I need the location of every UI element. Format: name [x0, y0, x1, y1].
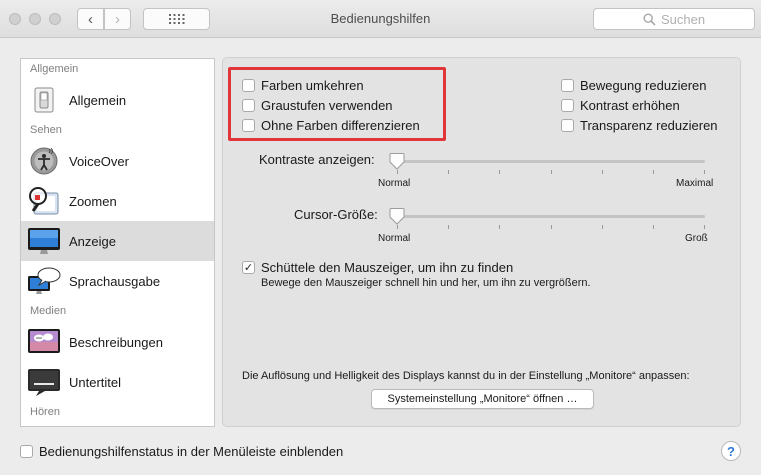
- sidebar-item-untertitel[interactable]: Untertitel: [21, 362, 214, 402]
- tick: [653, 170, 654, 174]
- sidebar-item-label: Untertitel: [69, 374, 122, 390]
- display-icon: [27, 225, 61, 257]
- shake-to-locate-checkbox[interactable]: ✓ Schüttele den Mauszeiger, um ihn zu fi…: [242, 258, 513, 276]
- checkbox-box[interactable]: [242, 98, 255, 112]
- checkbox-label: Ohne Farben differenzieren: [261, 117, 420, 133]
- checkbox-label: Graustufen verwenden: [261, 97, 393, 113]
- sidebar-header-allgemein: Allgemein: [30, 63, 79, 75]
- sidebar-item-voiceover[interactable]: VoiceOver: [21, 141, 214, 181]
- checkbox-box[interactable]: [561, 78, 574, 92]
- descriptions-icon: [27, 326, 61, 358]
- sidebar-header-hoeren: Hören: [30, 406, 60, 418]
- sidebar-item-label: Allgemein: [69, 92, 127, 108]
- sidebar-item-sprachausgabe[interactable]: Sprachausgabe: [21, 261, 214, 301]
- sidebar-item-beschreibungen[interactable]: Beschreibungen: [21, 322, 214, 362]
- checkbox-box[interactable]: ✓: [242, 260, 255, 274]
- contrast-max-label: Maximal: [676, 178, 714, 189]
- sidebar-item-allgemein[interactable]: Allgemein: [21, 80, 214, 120]
- invert-colors-checkbox[interactable]: Farben umkehren: [242, 76, 364, 94]
- zoom-icon: [27, 185, 61, 217]
- search-icon: [643, 12, 656, 26]
- sidebar[interactable]: Allgemein Allgemein Sehen VoiceOver Zoom…: [20, 58, 215, 427]
- captions-icon: [27, 366, 61, 398]
- shake-description: Bewege den Mauszeiger schnell hin und he…: [261, 277, 591, 289]
- checkbox-box[interactable]: [242, 118, 255, 132]
- tick: [551, 170, 552, 174]
- contrast-min-label: Normal: [378, 178, 411, 189]
- search-placeholder: Suchen: [660, 11, 706, 27]
- sidebar-item-zoomen[interactable]: Zoomen: [21, 181, 214, 221]
- sidebar-item-label: Anzeige: [69, 233, 116, 249]
- contrast-slider-label: Kontraste anzeigen:: [259, 152, 375, 167]
- monitor-note: Die Auflösung und Helligkeit des Display…: [242, 370, 690, 382]
- checkbox-label: Bewegung reduzieren: [580, 77, 707, 93]
- checkbox-label: Kontrast erhöhen: [580, 97, 680, 113]
- voiceover-icon: [27, 145, 61, 177]
- tick: [602, 170, 603, 174]
- sidebar-header-medien: Medien: [30, 305, 67, 317]
- tick: [551, 225, 552, 229]
- reduce-transparency-checkbox[interactable]: Transparenz reduzieren: [561, 116, 718, 134]
- tick: [499, 170, 500, 174]
- speech-icon: [27, 265, 61, 297]
- open-monitors-button[interactable]: Systemeinstellung „Monitore“ öffnen …: [371, 389, 594, 409]
- contrast-slider-track[interactable]: [397, 160, 705, 163]
- tick: [499, 225, 500, 229]
- cursor-size-max-label: Groß: [685, 233, 708, 244]
- help-button[interactable]: ?: [721, 441, 741, 461]
- checkbox-label: Schüttele den Mauszeiger, um ihn zu find…: [261, 259, 514, 275]
- checkbox-box[interactable]: [242, 78, 255, 92]
- tick: [397, 225, 398, 229]
- tick: [448, 225, 449, 229]
- checkbox-box[interactable]: [561, 118, 574, 132]
- sidebar-item-anzeige[interactable]: Anzeige: [21, 221, 214, 261]
- tick: [653, 225, 654, 229]
- reduce-motion-checkbox[interactable]: Bewegung reduzieren: [561, 76, 706, 94]
- grayscale-checkbox[interactable]: Graustufen verwenden: [242, 96, 393, 114]
- differentiate-without-color-checkbox[interactable]: Ohne Farben differenzieren: [242, 116, 420, 134]
- title-bar: ‹ › Bedienungshilfen Suchen: [0, 0, 761, 38]
- tick: [448, 170, 449, 174]
- cursor-size-slider-track[interactable]: [397, 215, 705, 218]
- sidebar-item-label: Sprachausgabe: [69, 273, 161, 289]
- increase-contrast-checkbox[interactable]: Kontrast erhöhen: [561, 96, 680, 114]
- sidebar-item-label: VoiceOver: [69, 153, 129, 169]
- checkbox-label: Bedienungshilfenstatus in der Menüleiste…: [39, 443, 344, 459]
- cursor-size-slider-label: Cursor-Größe:: [294, 207, 378, 222]
- contrast-slider-thumb[interactable]: [389, 152, 405, 170]
- switch-icon: [27, 84, 61, 116]
- tick: [602, 225, 603, 229]
- search-field[interactable]: Suchen: [593, 8, 755, 30]
- cursor-size-min-label: Normal: [378, 233, 411, 244]
- checkbox-label: Transparenz reduzieren: [580, 117, 718, 133]
- checkbox-box[interactable]: [20, 444, 33, 458]
- sidebar-item-label: Beschreibungen: [69, 334, 163, 350]
- sidebar-item-label: Zoomen: [69, 193, 117, 209]
- menubar-status-checkbox[interactable]: Bedienungshilfenstatus in der Menüleiste…: [20, 442, 343, 460]
- sidebar-header-sehen: Sehen: [30, 124, 62, 136]
- tick: [397, 170, 398, 174]
- cursor-size-slider-thumb[interactable]: [389, 207, 405, 225]
- checkbox-box[interactable]: [561, 98, 574, 112]
- tick: [704, 170, 705, 174]
- checkmark-icon: ✓: [243, 261, 254, 274]
- checkbox-label: Farben umkehren: [261, 77, 364, 93]
- tick: [704, 225, 705, 229]
